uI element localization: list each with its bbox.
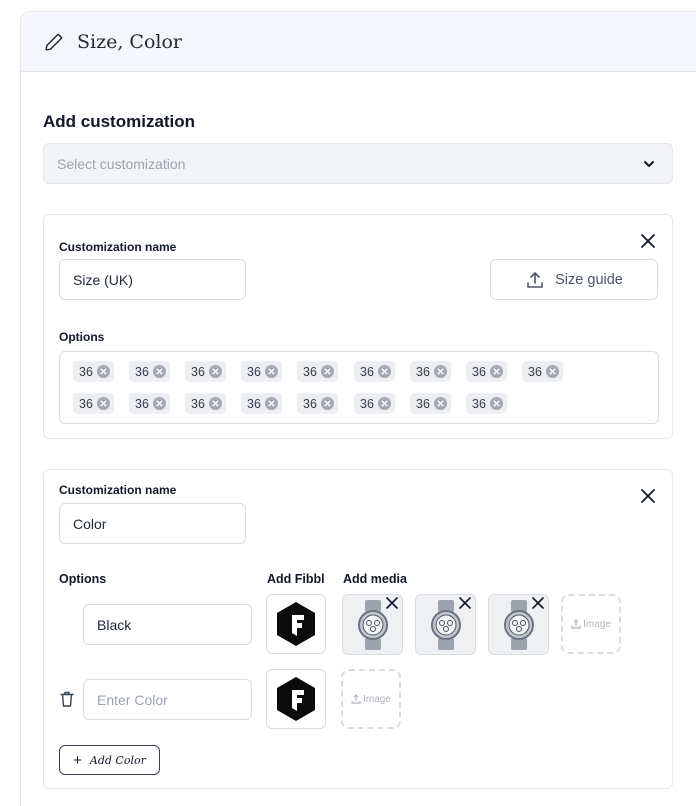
upload-icon <box>527 271 543 288</box>
option-chip: 36 <box>522 361 563 382</box>
customization-name-input[interactable]: Size (UK) <box>59 259 246 300</box>
select-placeholder: Select customization <box>57 155 186 172</box>
add-fibbl-label: Add Fibbl <box>267 572 325 586</box>
options-label: Options <box>59 572 107 586</box>
customization-panel: Size, Color Add customization Select cus… <box>20 11 696 806</box>
chevron-down-icon <box>644 160 654 167</box>
remove-chip-icon[interactable] <box>320 397 334 410</box>
plus-icon: + <box>73 751 82 769</box>
upload-icon <box>351 694 361 704</box>
remove-media-icon[interactable] <box>459 597 471 609</box>
remove-chip-icon[interactable] <box>433 397 447 410</box>
fibbl-logo-icon <box>277 602 315 646</box>
remove-media-icon[interactable] <box>532 597 544 609</box>
option-chip: 36 <box>185 393 226 414</box>
option-chip: 36 <box>354 393 395 414</box>
remove-media-icon[interactable] <box>386 597 398 609</box>
option-chip: 36 <box>466 361 507 382</box>
option-chip: 36 <box>241 393 282 414</box>
remove-chip-icon[interactable] <box>320 365 334 378</box>
remove-chip-icon[interactable] <box>208 365 222 378</box>
option-chip: 36 <box>297 361 338 382</box>
trash-icon[interactable] <box>60 691 74 707</box>
media-item[interactable] <box>415 594 476 655</box>
size-guide-button[interactable]: Size guide <box>490 259 658 300</box>
fibbl-thumbnail[interactable] <box>266 669 326 729</box>
pencil-icon[interactable] <box>43 31 65 53</box>
customization-name-input[interactable]: Color <box>59 503 246 544</box>
remove-chip-icon[interactable] <box>208 397 222 410</box>
add-media-label: Add media <box>343 572 407 586</box>
remove-chip-icon[interactable] <box>264 365 278 378</box>
option-chip: 36 <box>410 361 451 382</box>
close-icon[interactable] <box>640 488 656 504</box>
add-image-label: Image <box>583 618 611 630</box>
option-chip: 36 <box>297 393 338 414</box>
fibbl-thumbnail[interactable] <box>266 594 326 654</box>
customization-name-label: Customization name <box>59 240 177 254</box>
remove-chip-icon[interactable] <box>264 397 278 410</box>
add-color-button[interactable]: + Add Color <box>59 745 160 775</box>
remove-chip-icon[interactable] <box>152 397 166 410</box>
color-option-input[interactable]: Black <box>83 604 252 645</box>
color-customization-card: Customization name Color Options Add Fib… <box>43 469 673 789</box>
remove-chip-icon[interactable] <box>433 365 447 378</box>
add-image-button[interactable]: Image <box>341 669 401 729</box>
customization-select[interactable]: Select customization <box>43 143 673 184</box>
remove-chip-icon[interactable] <box>377 365 391 378</box>
option-chip: 36 <box>410 393 451 414</box>
option-chip: 36 <box>185 361 226 382</box>
media-item[interactable] <box>488 594 549 655</box>
remove-chip-icon[interactable] <box>152 365 166 378</box>
media-item[interactable] <box>342 594 403 655</box>
option-chip: 36 <box>129 361 170 382</box>
panel-header: Size, Color <box>21 12 696 72</box>
remove-chip-icon[interactable] <box>377 397 391 410</box>
size-customization-card: Customization name Size (UK) Size guide … <box>43 214 673 439</box>
option-chip: 36 <box>241 361 282 382</box>
size-guide-label: Size guide <box>555 271 623 288</box>
add-image-button[interactable]: Image <box>561 594 621 654</box>
add-color-label: Add Color <box>89 753 146 767</box>
fibbl-logo-icon <box>277 677 315 721</box>
upload-icon <box>571 619 581 629</box>
color-option-input[interactable]: Enter Color <box>83 679 252 720</box>
panel-title: Size, Color <box>77 30 183 53</box>
size-options-box[interactable]: 36 36 36 36 36 36 36 36 36 36 36 36 36 3… <box>59 351 659 424</box>
close-icon[interactable] <box>640 233 656 249</box>
remove-chip-icon[interactable] <box>96 365 110 378</box>
add-image-label: Image <box>363 693 391 705</box>
remove-chip-icon[interactable] <box>489 365 503 378</box>
option-chip: 36 <box>73 361 114 382</box>
customization-name-label: Customization name <box>59 483 177 497</box>
option-chip: 36 <box>73 393 114 414</box>
remove-chip-icon[interactable] <box>489 397 503 410</box>
remove-chip-icon[interactable] <box>545 365 559 378</box>
remove-chip-icon[interactable] <box>96 397 110 410</box>
option-chip: 36 <box>466 393 507 414</box>
option-chip: 36 <box>354 361 395 382</box>
option-chip: 36 <box>129 393 170 414</box>
options-label: Options <box>59 330 105 344</box>
add-customization-title: Add customization <box>43 112 196 131</box>
